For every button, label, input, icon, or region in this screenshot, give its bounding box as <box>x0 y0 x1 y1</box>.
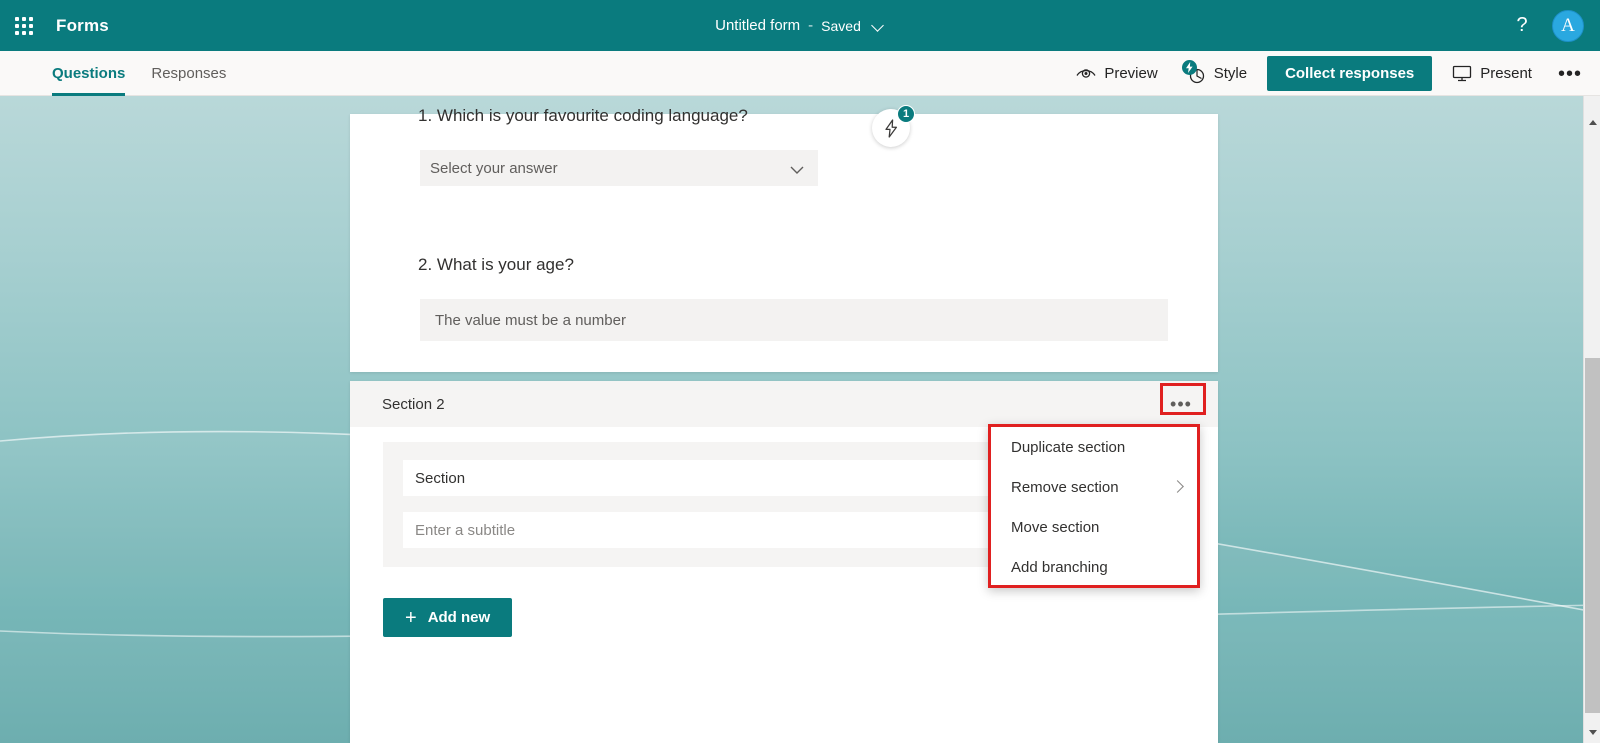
question-1-answer-placeholder: Select your answer <box>430 160 558 177</box>
section-context-menu: Duplicate section Remove section Move se… <box>988 424 1200 588</box>
tab-questions[interactable]: Questions <box>52 51 125 96</box>
chevron-down-icon[interactable] <box>871 19 885 33</box>
eye-icon <box>1076 67 1096 81</box>
menu-item-label: Move section <box>1011 519 1099 536</box>
chevron-right-icon <box>1173 482 1183 492</box>
present-button[interactable]: Present <box>1446 61 1538 86</box>
page-scrollbar[interactable] <box>1583 96 1600 743</box>
avatar[interactable]: A <box>1552 10 1584 42</box>
ideas-fab[interactable]: 1 <box>872 109 910 147</box>
section-2-header: Section 2 ••• <box>350 381 1218 427</box>
menu-item-label: Duplicate section <box>1011 439 1125 456</box>
ideas-badge-count: 1 <box>897 105 915 123</box>
save-status: Saved <box>821 18 861 34</box>
plus-icon: + <box>405 609 417 627</box>
help-icon[interactable]: ? <box>1508 12 1536 40</box>
app-launcher-grid-icon[interactable] <box>0 0 48 51</box>
questions-card: 1. Which is your favourite coding langua… <box>350 114 1218 372</box>
style-label: Style <box>1214 65 1247 82</box>
more-options-button[interactable]: ••• <box>1552 68 1588 80</box>
tab-list: Questions Responses <box>52 51 226 96</box>
question-2-answer-placeholder: The value must be a number <box>435 312 626 329</box>
question-2-title: 2. What is your age? <box>350 255 574 275</box>
scroll-down-arrow-icon[interactable] <box>1584 724 1600 741</box>
form-title-area: Untitled form - Saved <box>0 0 1600 51</box>
form-title[interactable]: Untitled form <box>715 17 800 34</box>
preview-label: Preview <box>1104 65 1157 82</box>
section-2-label: Section 2 <box>382 396 445 413</box>
preview-button[interactable]: Preview <box>1070 61 1163 86</box>
question-2-answer-input[interactable]: The value must be a number <box>420 299 1168 341</box>
menu-item-add-branching[interactable]: Add branching <box>991 547 1197 587</box>
command-bar: Questions Responses Preview <box>0 51 1600 96</box>
menu-item-remove-section[interactable]: Remove section <box>991 467 1197 507</box>
command-bar-actions: Preview Style Collect responses <box>1070 51 1600 96</box>
question-1-answer-dropdown[interactable]: Select your answer <box>420 150 818 186</box>
scrollbar-thumb[interactable] <box>1585 358 1600 713</box>
menu-item-duplicate-section[interactable]: Duplicate section <box>991 427 1197 467</box>
lightning-bolt-icon <box>1182 60 1197 75</box>
form-canvas: 1. Which is your favourite coding langua… <box>0 96 1600 743</box>
add-new-button[interactable]: + Add new <box>383 598 512 637</box>
scroll-up-arrow-icon[interactable] <box>1584 114 1600 131</box>
app-title[interactable]: Forms <box>56 16 109 36</box>
chevron-down-icon <box>790 162 804 171</box>
collect-responses-button[interactable]: Collect responses <box>1267 56 1432 91</box>
title-separator: - <box>808 17 813 34</box>
top-header-bar: Forms Untitled form - Saved ? A <box>0 0 1600 51</box>
paintbrush-icon <box>1184 63 1206 85</box>
style-button[interactable]: Style <box>1178 59 1253 89</box>
add-new-label: Add new <box>428 609 491 626</box>
question-1-title: 1. Which is your favourite coding langua… <box>350 106 748 126</box>
menu-item-label: Add branching <box>1011 559 1108 576</box>
present-label: Present <box>1480 65 1532 82</box>
header-actions: ? A <box>1508 0 1600 51</box>
section-2-options-button[interactable]: ••• <box>1162 391 1200 417</box>
monitor-icon <box>1452 65 1472 82</box>
menu-item-move-section[interactable]: Move section <box>991 507 1197 547</box>
menu-item-label: Remove section <box>1011 479 1119 496</box>
tab-responses[interactable]: Responses <box>151 51 226 96</box>
